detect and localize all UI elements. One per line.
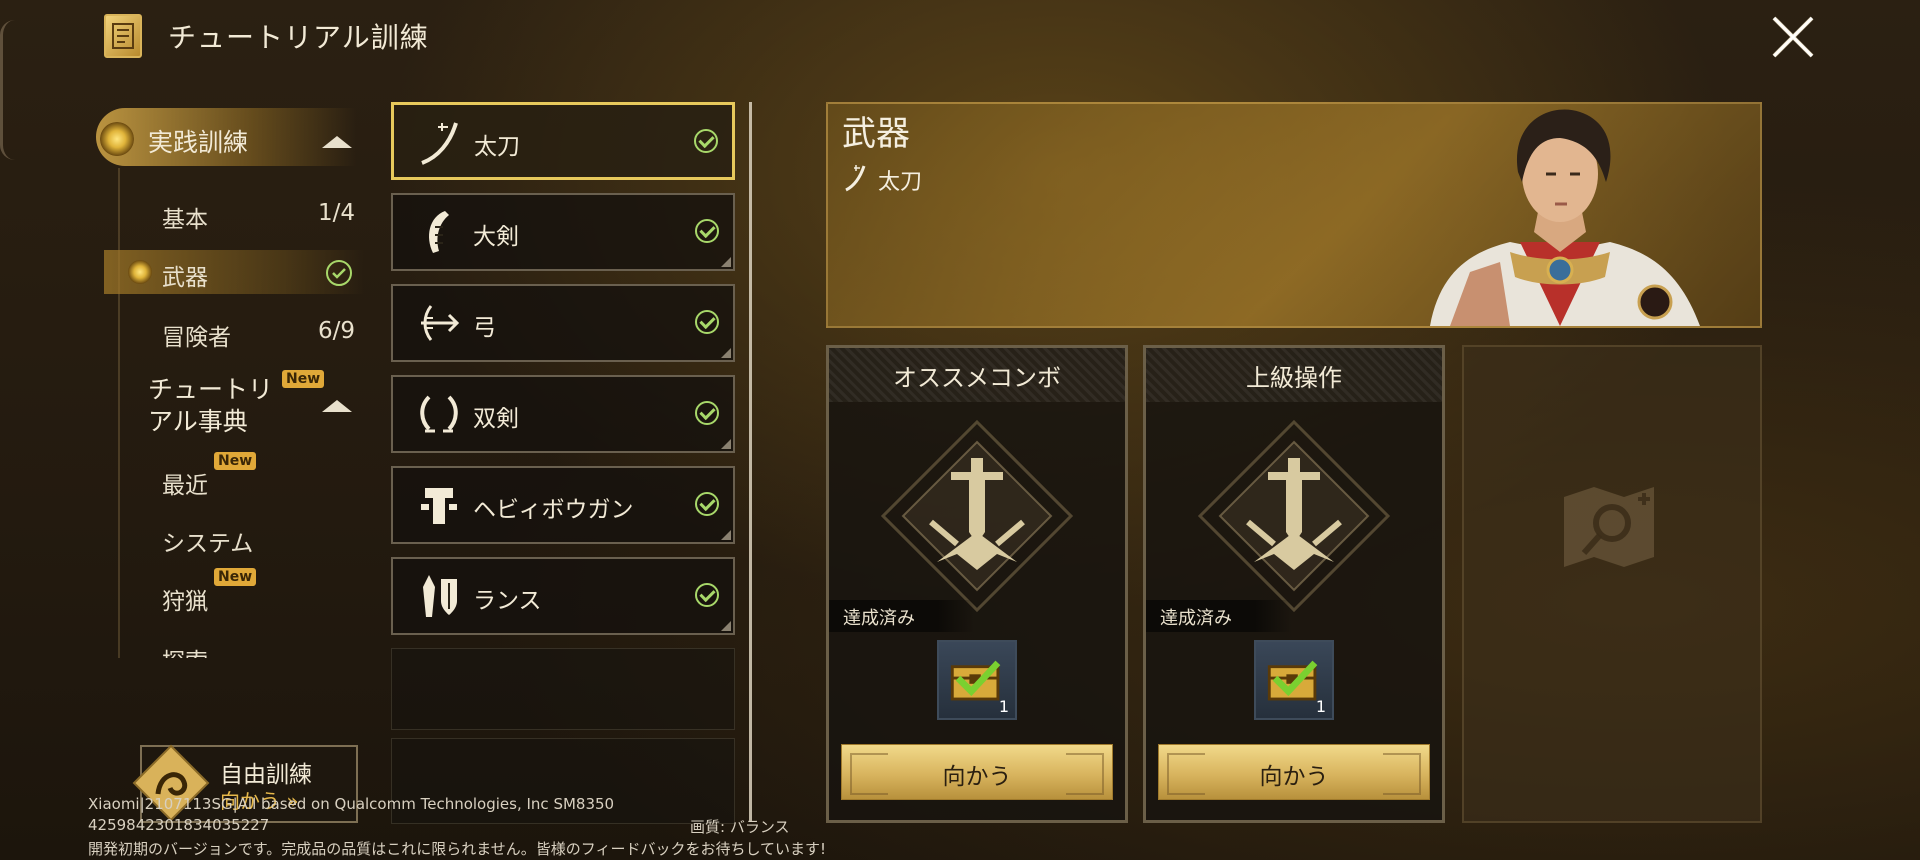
locked-card bbox=[1462, 345, 1762, 823]
weapon-name: 大剣 bbox=[473, 224, 519, 250]
achieved-status: 達成済み bbox=[1146, 600, 1291, 632]
sidebar-item-basic[interactable]: 基本 bbox=[162, 200, 208, 234]
list-scrollbar[interactable] bbox=[749, 102, 752, 822]
sidebar-item-system[interactable]: システム bbox=[162, 524, 253, 558]
heavy-bowgun-icon bbox=[421, 488, 457, 524]
hunter-character-portrait bbox=[1410, 102, 1710, 326]
achieved-status-label: 達成済み bbox=[1160, 608, 1232, 629]
sidebar-item-hunting[interactable]: 狩猟 bbox=[162, 582, 208, 616]
reward-chest[interactable]: 1 bbox=[937, 640, 1017, 720]
collapse-chevron-icon[interactable] bbox=[322, 400, 352, 412]
weapon-name: 弓 bbox=[473, 315, 496, 341]
sidebar-item-exploration-label: 探索 bbox=[162, 642, 208, 658]
completed-check-icon bbox=[695, 401, 719, 425]
locked-map-search-icon bbox=[1564, 487, 1654, 567]
reward-count: 1 bbox=[998, 697, 1009, 716]
weapon-name: ヘビィボウガン bbox=[473, 497, 634, 523]
combo-card: オススメコンボ 達成済み 1 向かう bbox=[826, 345, 1128, 823]
detail-title: 武器 bbox=[842, 114, 910, 154]
weapon-item-lance[interactable]: ランス bbox=[391, 557, 735, 635]
sidebar-item-adventurer-progress: 6/9 bbox=[318, 318, 356, 344]
weapon-name: 太刀 bbox=[474, 134, 520, 160]
training-sword-emblem-icon bbox=[880, 419, 1074, 613]
go-button-label: 向かう bbox=[942, 764, 1012, 790]
weapon-item-heavy-bowgun[interactable]: ヘビィボウガン bbox=[391, 466, 735, 544]
great-sword-icon bbox=[429, 211, 449, 253]
completed-check-icon bbox=[695, 310, 719, 334]
sidebar-section-encyclopedia-line1: チュートリ bbox=[148, 375, 274, 404]
long-sword-icon bbox=[421, 122, 458, 165]
go-button[interactable]: 向かう bbox=[841, 744, 1113, 800]
close-icon bbox=[1772, 16, 1814, 58]
card-title: 上級操作 bbox=[1246, 364, 1342, 392]
sidebar-tree-line bbox=[118, 168, 120, 658]
completed-check-icon bbox=[326, 260, 352, 286]
completed-check-icon bbox=[694, 129, 718, 153]
new-badge: New bbox=[214, 452, 257, 470]
dual-blades-icon bbox=[420, 395, 458, 433]
weapon-item-bow[interactable]: 弓 bbox=[391, 284, 735, 362]
achieved-status-label: 達成済み bbox=[843, 608, 915, 629]
completed-check-icon bbox=[695, 583, 719, 607]
training-sword-emblem-icon bbox=[1197, 419, 1391, 613]
card-title: オススメコンボ bbox=[893, 364, 1061, 392]
lance-icon bbox=[423, 575, 457, 617]
active-indicator-icon bbox=[128, 260, 152, 284]
sidebar-item-exploration[interactable]: 探索 bbox=[150, 636, 350, 658]
long-sword-icon bbox=[845, 165, 866, 192]
sidebar-item-recent[interactable]: 最近 bbox=[162, 466, 208, 500]
weapon-item-long-sword[interactable]: 太刀 bbox=[391, 102, 735, 180]
weapon-item-dual-blades[interactable]: 双剣 bbox=[391, 375, 735, 453]
corner-mark bbox=[721, 348, 731, 358]
sidebar-item-adventurer[interactable]: 冒険者 bbox=[162, 318, 231, 352]
corner-mark bbox=[721, 257, 731, 267]
sidebar-item-basic-progress: 1/4 bbox=[318, 200, 356, 226]
tutorial-book-icon bbox=[104, 14, 142, 58]
quality-setting: 画質: バランス bbox=[690, 818, 790, 836]
free-training-title: 自由訓練 bbox=[220, 762, 312, 788]
reward-chest[interactable]: 1 bbox=[1254, 640, 1334, 720]
sidebar-item-weapons-label: 武器 bbox=[162, 265, 208, 291]
corner-mark bbox=[721, 439, 731, 449]
completed-check-icon bbox=[695, 219, 719, 243]
go-button-label: 向かう bbox=[1259, 764, 1329, 790]
achieved-status: 達成済み bbox=[829, 600, 974, 632]
go-button[interactable]: 向かう bbox=[1158, 744, 1430, 800]
weapon-item-empty-slot bbox=[391, 648, 735, 730]
close-button[interactable] bbox=[1770, 14, 1816, 60]
sidebar-section-encyclopedia-line2: アル事典 bbox=[148, 407, 248, 436]
bow-icon bbox=[421, 305, 460, 341]
corner-mark bbox=[721, 530, 731, 540]
build-id: 4259842301834035227 bbox=[88, 816, 270, 834]
completed-check-icon bbox=[695, 492, 719, 516]
corner-mark bbox=[721, 621, 731, 631]
sidebar-section-practice-label: 実践訓練 bbox=[148, 128, 249, 157]
page-title: チュートリアル訓練 bbox=[168, 21, 429, 54]
development-notice: 開発初期のバージョンです。完成品の品質はこれに限られません。皆様のフィードバック… bbox=[88, 840, 827, 858]
left-edge-decoration bbox=[0, 20, 15, 160]
weapon-name: 双剣 bbox=[473, 406, 519, 432]
advanced-controls-card: 上級操作 達成済み 1 向かう bbox=[1143, 345, 1445, 823]
active-indicator-icon bbox=[100, 122, 134, 156]
weapon-name: ランス bbox=[473, 588, 542, 614]
new-badge: New bbox=[214, 568, 257, 586]
sidebar-section-encyclopedia[interactable]: チュートリ アル事典 bbox=[148, 374, 273, 438]
collapse-chevron-icon[interactable] bbox=[322, 136, 352, 148]
reward-count: 1 bbox=[1315, 697, 1326, 716]
new-badge: New bbox=[282, 370, 325, 388]
device-info: Xiaomi|2107113SG|All based on Qualcomm T… bbox=[88, 795, 615, 813]
weapon-item-great-sword[interactable]: 大剣 bbox=[391, 193, 735, 271]
detail-weapon-name: 太刀 bbox=[878, 170, 923, 195]
